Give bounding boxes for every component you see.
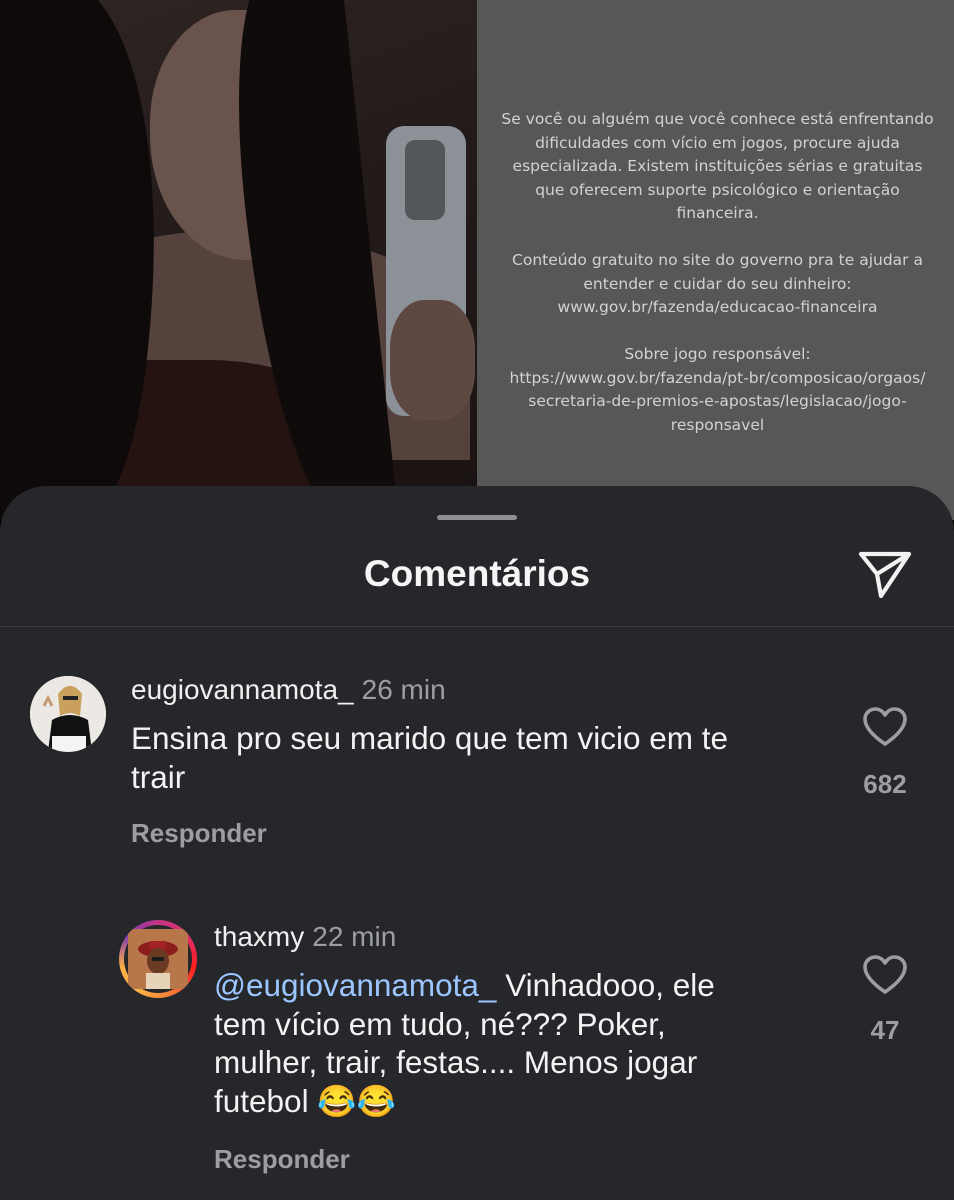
post-background: Se você ou alguém que você conhece está …	[0, 0, 954, 520]
comment-1-header: eugiovannamota_ 26 min	[131, 673, 446, 707]
comment-1-like-button[interactable]	[863, 707, 907, 747]
header-divider	[0, 626, 954, 627]
comment-2-reply-button[interactable]: Responder	[214, 1143, 350, 1175]
avatar-image	[30, 676, 106, 752]
gambling-disclaimer: Se você ou alguém que você conhece está …	[477, 0, 954, 520]
comment-2-mention[interactable]: @eugiovannamota_	[214, 967, 496, 1003]
post-photo	[0, 0, 477, 520]
sheet-title: Comentários	[363, 553, 591, 594]
paper-plane-icon	[858, 551, 912, 599]
heart-icon	[863, 955, 907, 994]
comment-2-like-button[interactable]	[863, 955, 907, 995]
avatar-image	[128, 929, 188, 989]
avatar-eugiovannamota[interactable]	[30, 676, 106, 752]
avatar-thaxmy	[128, 929, 188, 989]
comment-1-time: 26 min	[361, 674, 446, 705]
avatar-thaxmy-story-ring[interactable]	[119, 920, 197, 998]
comment-1-reply-button[interactable]: Responder	[131, 817, 267, 849]
sheet-grabber-handle[interactable]	[437, 515, 517, 520]
share-button[interactable]	[855, 546, 915, 602]
comment-1-username[interactable]: eugiovannamota_	[131, 674, 354, 705]
comment-2-username[interactable]: thaxmy	[214, 921, 304, 952]
comment-1-text: Ensina pro seu marido que tem vicio em t…	[131, 720, 729, 795]
disclaimer-paragraph-3: Sobre jogo responsável: https://www.gov.…	[509, 345, 926, 434]
disclaimer-paragraph-1: Se você ou alguém que você conhece está …	[501, 110, 934, 222]
comment-2-text: @eugiovannamota_ Vinhadooo, ele tem víci…	[214, 966, 715, 1120]
comment-2-like-count: 47	[870, 1015, 900, 1045]
comment-2-time: 22 min	[312, 921, 397, 952]
comment-2-header: thaxmy 22 min	[214, 920, 396, 954]
comment-1-like-count: 682	[863, 769, 907, 799]
heart-icon	[863, 707, 907, 746]
disclaimer-paragraph-2: Conteúdo gratuito no site do governo pra…	[512, 251, 923, 316]
